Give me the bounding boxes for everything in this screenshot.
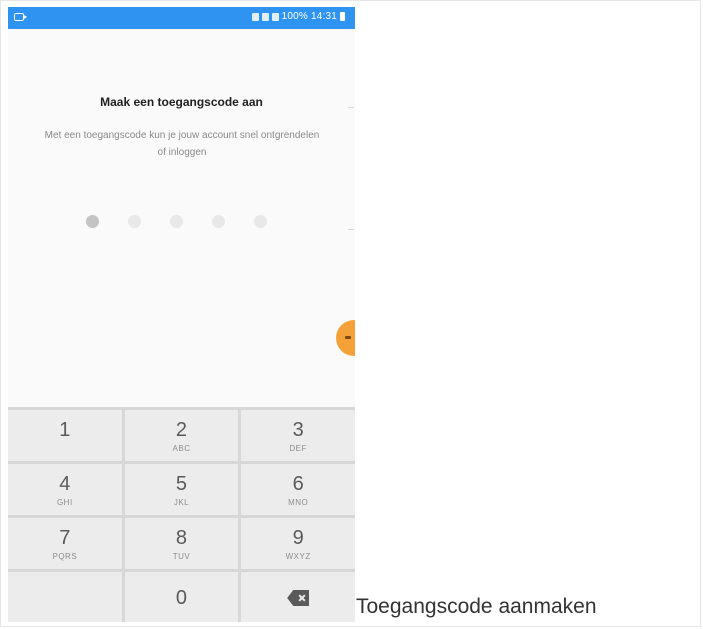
key-0[interactable]: 0 [124, 572, 239, 622]
key-3[interactable]: 3 DEF [241, 410, 355, 461]
divider [348, 229, 354, 230]
key-1[interactable]: 1 [8, 410, 122, 461]
pin-indicator [86, 214, 286, 228]
key-6[interactable]: 6 MNO [241, 464, 355, 515]
key-digit: 1 [59, 418, 71, 441]
key-digit: 4 [59, 472, 71, 495]
key-digit: 8 [175, 526, 188, 549]
backspace-icon [287, 590, 310, 606]
phone-screen: 100% 14:31 Maak een toegangscode aan Met… [8, 7, 355, 622]
key-digit: 3 [292, 418, 304, 441]
key-9[interactable]: 9 WXYZ [241, 518, 355, 569]
key-letters: PQRS [52, 551, 78, 561]
key-letters: DEF [289, 443, 307, 453]
key-digit: 6 [292, 472, 304, 495]
key-blank [8, 572, 122, 622]
key-letters: JKL [173, 497, 190, 507]
key-letters: MNO [288, 497, 309, 507]
page-title: Maak een toegangscode aan [100, 95, 263, 109]
key-digit: 5 [175, 472, 188, 495]
key-letters: TUV [172, 551, 191, 561]
divider [348, 107, 354, 108]
cast-icon [14, 13, 27, 21]
signal-icon [271, 12, 279, 21]
status-bar: 100% 14:31 [8, 7, 355, 29]
pin-dot [254, 214, 267, 228]
pin-dot [170, 214, 183, 228]
status-icons: 100% 14:31 [251, 11, 345, 22]
key-digit: 9 [292, 526, 304, 549]
nfc-icon [261, 12, 269, 21]
pin-dot [128, 214, 141, 228]
key-digit: 7 [59, 526, 71, 549]
page-subtitle: Met een toegangscode kun je jouw account… [44, 130, 320, 158]
key-4[interactable]: 4 GHI [8, 464, 122, 515]
key-digit: 0 [175, 587, 188, 609]
backspace-key[interactable] [241, 572, 355, 622]
key-2[interactable]: 2 ABC [124, 410, 239, 461]
key-7[interactable]: 7 PQRS [8, 518, 122, 569]
key-letters: GHI [56, 497, 73, 507]
status-time: 100% 14:31 [281, 11, 337, 22]
alarm-icon [251, 12, 259, 21]
key-digit: 2 [175, 418, 188, 441]
pin-dot [86, 214, 99, 228]
numeric-keypad: 1 2 ABC 3 DEF 4 GHI 5 JKL 6 MNO 7 PQRS 8 [8, 407, 355, 622]
key-5[interactable]: 5 JKL [124, 464, 239, 515]
key-letters: WXYZ [285, 551, 311, 561]
pin-dot [212, 214, 225, 228]
key-letters: ABC [172, 443, 191, 453]
next-arrow-icon[interactable] [336, 320, 355, 356]
image-caption: Toegangscode aanmaken [356, 595, 597, 618]
key-8[interactable]: 8 TUV [124, 518, 239, 569]
battery-icon [340, 12, 345, 21]
